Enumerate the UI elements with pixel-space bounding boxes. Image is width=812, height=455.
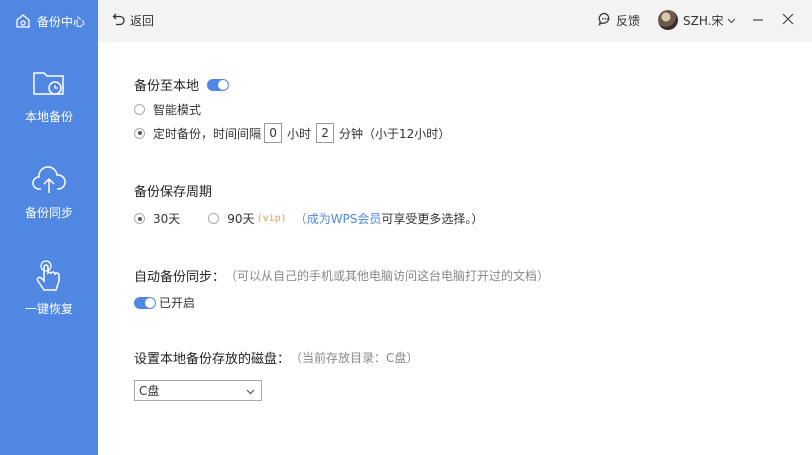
sidebar-item-label: 备份同步	[24, 206, 73, 220]
retention-30-label: 30天	[153, 212, 181, 226]
hand-tap-icon	[31, 258, 67, 294]
auto-sync-status: 已开启	[134, 294, 195, 311]
disk-select-value: C盘	[139, 384, 160, 398]
disk-hint: （当前存放目录：C盘）	[290, 351, 419, 365]
sidebar-item-backup-sync[interactable]: 备份同步	[0, 162, 98, 221]
user-menu[interactable]: SZH.宋	[658, 10, 736, 30]
timed-backup-radio[interactable]	[134, 127, 145, 139]
minimize-icon	[752, 13, 764, 28]
auto-sync-hint: （可以从自己的手机或其他电脑访问这台电脑打开过的文档）	[225, 269, 550, 283]
settings-panel: 备份至本地 智能模式 定时备份，时间间隔 0 小时 2 分钟（小于12小时） 备…	[98, 42, 812, 455]
sidebar-item-label: 一键恢复	[24, 302, 73, 316]
feedback-label: 反馈	[616, 14, 641, 28]
option-90-days[interactable]: 90天 (vip)	[208, 210, 287, 227]
timed-backup-label: 定时备份，时间间隔	[153, 126, 262, 141]
option-30-days[interactable]: 30天	[134, 210, 180, 227]
sidebar-header-title: 备份中心	[37, 14, 86, 29]
cloud-upload-icon	[31, 162, 67, 198]
hours-input[interactable]: 0	[264, 123, 283, 143]
close-icon	[782, 13, 794, 28]
disk-header: 设置本地备份存放的磁盘： （当前存放目录：C盘）	[134, 348, 418, 367]
retention-90-label: 90天	[227, 212, 255, 226]
local-backup-header: 备份至本地	[134, 75, 230, 94]
minutes-input[interactable]: 2	[316, 123, 335, 143]
close-button[interactable]	[780, 12, 796, 28]
sidebar: 备份中心 本地备份 备份同步 一键恢复	[0, 0, 98, 455]
chevron-down-icon	[246, 384, 255, 398]
sidebar-header: 备份中心	[0, 0, 98, 42]
chat-bubble-icon	[598, 12, 612, 29]
retention-90-radio[interactable]	[208, 213, 220, 224]
local-backup-toggle[interactable]	[207, 78, 230, 91]
auto-sync-toggle[interactable]	[134, 296, 156, 309]
feedback-button[interactable]: 反馈	[598, 12, 640, 29]
hours-unit: 小时	[287, 126, 312, 141]
sidebar-item-local-backup[interactable]: 本地备份	[0, 66, 98, 125]
auto-sync-title: 自动备份同步：	[134, 270, 226, 285]
smart-mode-label: 智能模式	[153, 103, 202, 117]
auto-sync-status-label: 已开启	[159, 296, 196, 310]
chevron-down-icon	[727, 13, 736, 27]
retention-title: 备份保存周期	[134, 185, 213, 200]
disk-select-row: C盘	[134, 380, 262, 401]
disk-select[interactable]: C盘	[134, 380, 262, 401]
sidebar-item-label: 本地备份	[24, 110, 73, 124]
auto-sync-header: 自动备份同步： （可以从自己的手机或其他电脑访问这台电脑打开过的文档）	[134, 266, 549, 285]
retention-hint-open: （	[294, 212, 307, 226]
sidebar-item-one-click-restore[interactable]: 一键恢复	[0, 258, 98, 317]
vip-tag: (vip)	[256, 213, 287, 224]
back-label: 返回	[130, 14, 155, 28]
local-backup-title: 备份至本地	[134, 79, 200, 94]
avatar	[658, 10, 678, 30]
option-smart-mode[interactable]: 智能模式	[134, 101, 201, 118]
back-button[interactable]: 返回	[112, 12, 154, 29]
become-member-link[interactable]: 成为WPS会员	[307, 210, 382, 227]
minimize-button[interactable]	[750, 12, 766, 28]
minutes-unit: 分钟（小于12小时）	[339, 126, 451, 141]
retention-header: 备份保存周期	[134, 181, 212, 200]
smart-mode-radio[interactable]	[134, 104, 145, 115]
retention-options: 30天 90天 (vip) （ 成为WPS会员 可享受更多选择。）	[134, 210, 483, 227]
disk-title: 设置本地备份存放的磁盘：	[134, 352, 291, 367]
top-bar: 返回 反馈 SZH.宋	[98, 0, 812, 42]
folder-clock-icon	[31, 66, 67, 102]
retention-30-radio[interactable]	[134, 213, 145, 224]
option-timed-backup[interactable]: 定时备份，时间间隔 0 小时 2 分钟（小于12小时）	[134, 123, 450, 143]
user-name: SZH.宋	[683, 13, 724, 28]
home-icon	[14, 12, 32, 30]
retention-hint-rest: 可享受更多选择。）	[381, 212, 484, 226]
undo-arrow-icon	[112, 12, 126, 29]
